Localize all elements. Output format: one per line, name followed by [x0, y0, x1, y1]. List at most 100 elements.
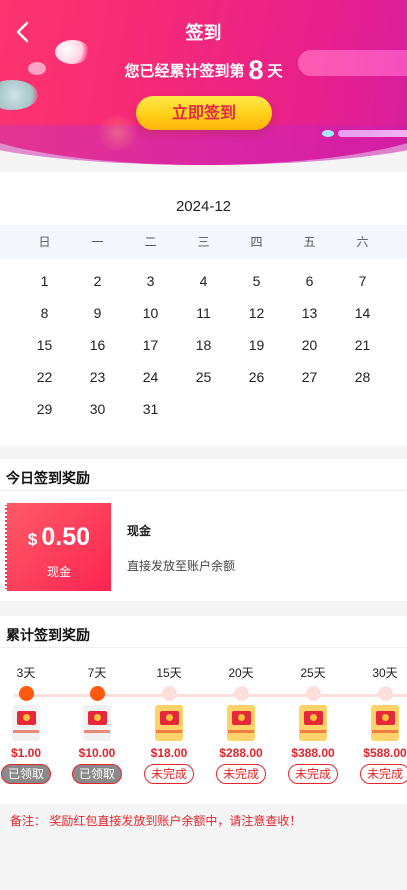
milestone-days: 7天 — [87, 666, 107, 680]
weekday-label: 六 — [356, 235, 369, 249]
section-title: 累计签到奖励 — [0, 616, 407, 648]
calendar-day[interactable]: 23 — [71, 361, 124, 393]
cash-amount: $0.50 — [7, 523, 111, 552]
progress-track — [14, 694, 407, 697]
calendar-day[interactable]: 25 — [177, 361, 230, 393]
calendar-day[interactable]: 1 — [18, 265, 71, 297]
note-text: 备注： 奖励红包直接发放到账户余额中，请注意查收！ — [10, 814, 302, 828]
milestone-amount: $10.00 — [78, 746, 116, 760]
decor-stripe — [338, 130, 407, 137]
milestone-amount: $1.00 — [10, 746, 42, 760]
milestone-status-button[interactable]: 未完成 — [144, 764, 194, 784]
envelope-seal — [166, 714, 173, 721]
weekday-label: 四 — [250, 235, 263, 249]
sign-in-header: 签到 您已经累计签到第 8 天 立即签到 — [0, 0, 407, 165]
calendar-day[interactable]: 4 — [177, 265, 230, 297]
milestone-amount: $288.00 — [219, 746, 263, 760]
calendar-day[interactable]: 24 — [124, 361, 177, 393]
progress-dot — [306, 686, 321, 701]
calendar-day[interactable]: 30 — [71, 393, 124, 425]
reward-name: 现金 — [127, 524, 152, 538]
calendar-day[interactable]: 26 — [230, 361, 283, 393]
calendar-day[interactable]: 14 — [336, 297, 389, 329]
red-packet-icon — [155, 705, 183, 741]
milestone-days: 3天 — [16, 666, 36, 680]
calendar-day[interactable]: 17 — [124, 329, 177, 361]
milestone-status-button[interactable]: 未完成 — [216, 764, 266, 784]
accumulated-reward-section: 累计签到奖励 3天 $1.00 已领取 7天 $10.00 已领取 15天 $18.00 未完成… — [0, 616, 407, 804]
packet-caption — [13, 730, 39, 733]
milestone-days: 20天 — [228, 666, 254, 680]
weekday-label: 五 — [303, 235, 316, 249]
calendar-day[interactable]: 31 — [124, 393, 177, 425]
weekday-header: 日 一 二 三 四 五 六 — [0, 225, 407, 259]
weekday-label: 一 — [91, 235, 104, 249]
accum-prefix: 您已经累计签到第 — [124, 63, 245, 80]
today-reward-section: 今日签到奖励 $0.50 现金 现金 直接发放至账户余额 — [0, 459, 407, 601]
sign-in-button[interactable]: 立即签到 — [136, 96, 272, 130]
section-title: 今日签到奖励 — [0, 459, 407, 491]
cash-label: 现金 — [46, 565, 71, 579]
calendar-day[interactable]: 8 — [18, 297, 71, 329]
red-packet-icon — [299, 705, 327, 741]
envelope-seal — [382, 714, 389, 721]
progress-dot — [90, 686, 105, 701]
calendar-day[interactable]: 27 — [283, 361, 336, 393]
calendar-day[interactable]: 10 — [124, 297, 177, 329]
calendar-day[interactable]: 20 — [283, 329, 336, 361]
progress-dot — [378, 686, 393, 701]
calendar-day[interactable]: 19 — [230, 329, 283, 361]
calendar-day[interactable]: 29 — [18, 393, 71, 425]
calendar-day[interactable]: 16 — [71, 329, 124, 361]
calendar-day[interactable]: 6 — [283, 265, 336, 297]
envelope-seal — [94, 714, 101, 721]
accum-days-number: 8 — [248, 55, 264, 85]
progress-dot — [19, 686, 34, 701]
red-packet-icon — [12, 705, 40, 741]
calendar-day[interactable]: 13 — [283, 297, 336, 329]
page-title: 签到 — [185, 23, 222, 43]
milestone-days: 30天 — [372, 666, 398, 680]
cash-value: 0.50 — [41, 523, 91, 551]
packet-caption — [300, 730, 326, 733]
milestone-days: 15天 — [156, 666, 182, 680]
packet-caption — [84, 730, 110, 733]
currency-symbol: $ — [27, 530, 38, 549]
milestone-amount: $18.00 — [150, 746, 188, 760]
calendar-day[interactable]: 18 — [177, 329, 230, 361]
accum-suffix: 天 — [267, 63, 283, 80]
packet-caption — [372, 730, 398, 733]
calendar-day[interactable]: 21 — [336, 329, 389, 361]
reward-description: 直接发放至账户余额 — [127, 559, 236, 573]
calendar-day[interactable]: 28 — [336, 361, 389, 393]
milestone-status-button[interactable]: 已领取 — [1, 764, 51, 784]
milestone-status-button[interactable]: 未完成 — [360, 764, 407, 784]
milestone-status-button[interactable]: 已领取 — [72, 764, 122, 784]
calendar-day[interactable]: 5 — [230, 265, 283, 297]
decor-bubble — [322, 130, 334, 137]
weekday-label: 二 — [144, 235, 157, 249]
calendar-day[interactable]: 2 — [71, 265, 124, 297]
envelope-seal — [238, 714, 245, 721]
progress-dot — [162, 686, 177, 701]
calendar-day[interactable]: 15 — [18, 329, 71, 361]
calendar-day[interactable]: 22 — [18, 361, 71, 393]
calendar-day[interactable]: 3 — [124, 265, 177, 297]
calendar: 2024-12 日 一 二 三 四 五 六 1 2 3 4 5 6 7 8 9 10 11 12 13 1… — [0, 172, 407, 446]
envelope-seal — [23, 714, 30, 721]
weekday-label: 三 — [197, 235, 210, 249]
weekday-label: 日 — [38, 235, 51, 249]
calendar-day[interactable]: 7 — [336, 265, 389, 297]
milestone-status-button[interactable]: 未完成 — [288, 764, 338, 784]
accumulated-days-text: 您已经累计签到第 8 天 — [0, 52, 407, 85]
milestone-amount: $388.00 — [291, 746, 335, 760]
decor-bubble — [95, 115, 140, 151]
calendar-month: 2024-12 — [175, 198, 232, 215]
red-packet-icon — [227, 705, 255, 741]
calendar-day[interactable]: 12 — [230, 297, 283, 329]
packet-caption — [228, 730, 254, 733]
red-packet-icon — [371, 705, 399, 741]
calendar-day[interactable]: 11 — [177, 297, 230, 329]
envelope-seal — [310, 714, 317, 721]
calendar-day[interactable]: 9 — [71, 297, 124, 329]
